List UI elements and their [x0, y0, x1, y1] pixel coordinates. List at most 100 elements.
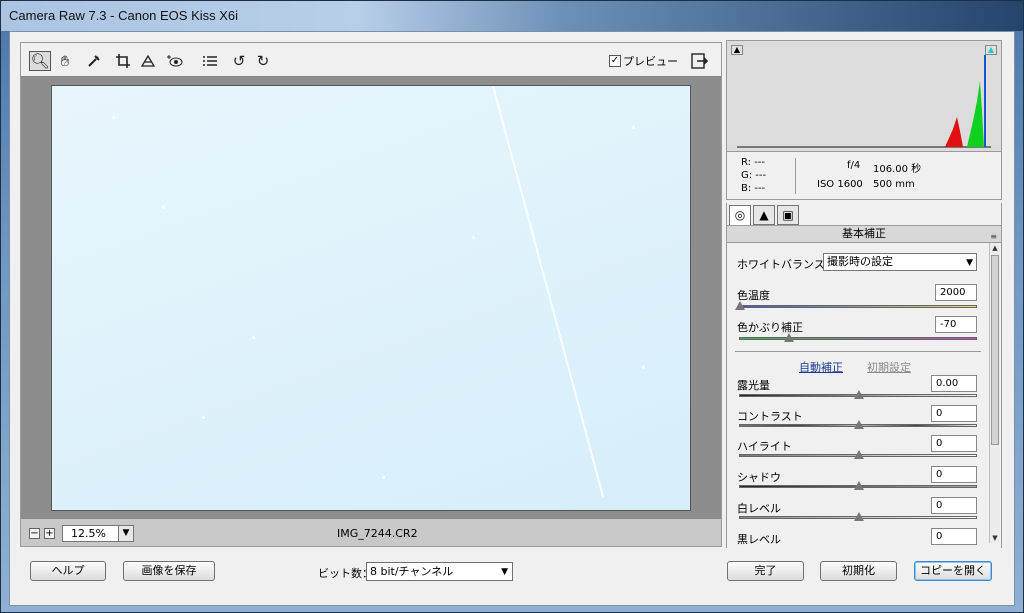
temp-field[interactable]: 2000: [935, 284, 977, 301]
slider-thumb[interactable]: [854, 390, 864, 399]
scroll-thumb[interactable]: [991, 255, 999, 445]
straighten-icon[interactable]: [137, 51, 159, 71]
temp-slider[interactable]: [735, 301, 977, 310]
highlight-clipping-icon[interactable]: ▲: [985, 45, 997, 55]
tint-slider[interactable]: [739, 333, 977, 342]
photo-preview[interactable]: [51, 85, 691, 511]
highlights-field[interactable]: 0: [931, 435, 977, 452]
speck: [252, 336, 255, 339]
exposure-slider[interactable]: [739, 390, 977, 399]
wb-label: ホワイトバランス：: [737, 258, 836, 271]
contrast-label: コントラスト: [737, 410, 803, 423]
whites-field[interactable]: 0: [931, 497, 977, 514]
done-button[interactable]: 完了: [727, 561, 804, 581]
tab-detail[interactable]: ▣: [777, 205, 799, 225]
checkbox-icon[interactable]: ✓: [609, 55, 621, 67]
slider-thumb[interactable]: [735, 301, 745, 310]
white-balance-icon[interactable]: [83, 51, 105, 71]
b-value: B: ---: [741, 183, 766, 194]
zoom-in-button[interactable]: +: [44, 528, 55, 539]
bit-depth-label: ビット数：: [318, 567, 373, 580]
window-title: Camera Raw 7.3 - Canon EOS Kiss X6i: [9, 8, 239, 23]
speck: [472, 236, 475, 239]
speck: [382, 476, 385, 479]
slider-thumb[interactable]: [854, 512, 864, 521]
image-canvas[interactable]: [21, 78, 721, 518]
wb-value: 撮影時の設定: [827, 255, 893, 268]
g-value: G: ---: [741, 170, 767, 181]
tint-field[interactable]: -70: [935, 316, 977, 333]
title-bar[interactable]: Camera Raw 7.3 - Canon EOS Kiss X6i: [1, 1, 1023, 31]
tab-tone-curve[interactable]: ▲: [753, 205, 775, 225]
panel-header: 基本補正 ≡: [726, 225, 1002, 243]
reset-button[interactable]: 初期化: [820, 561, 897, 581]
save-image-button[interactable]: 画像を保存: [123, 561, 215, 581]
shadow-clipping-icon[interactable]: ▲: [731, 45, 743, 55]
right-panel: ▲ ▲ R: --- G: --- B: --- f/4 106.00 秒 IS…: [726, 40, 1002, 548]
tab-basic[interactable]: ◎: [729, 205, 751, 225]
bit-depth-value: 8 bit/チャンネル: [370, 565, 454, 578]
panel-scrollbar[interactable]: ▲ ▼: [989, 243, 1000, 543]
red-eye-icon[interactable]: [164, 51, 186, 71]
shadows-field[interactable]: 0: [931, 466, 977, 483]
chevron-down-icon[interactable]: ▼: [501, 564, 508, 581]
whites-slider[interactable]: [739, 512, 977, 521]
default-link[interactable]: 初期設定: [867, 359, 911, 375]
exposure-field[interactable]: 0.00: [931, 375, 977, 392]
zoom-value: 12.5%: [71, 527, 106, 540]
chevron-down-icon[interactable]: ▼: [118, 526, 133, 541]
help-button[interactable]: ヘルプ: [30, 561, 106, 581]
speck: [632, 126, 635, 129]
zoom-icon[interactable]: 🔍︎: [29, 51, 51, 71]
exposure-label: 露光量: [737, 379, 770, 392]
dialog-client: 🔍︎ ✋︎ ↺ ↻ ✓ プレビュー − + 12.5% ▼ IMG_7244.C…: [9, 31, 1015, 606]
zoom-select[interactable]: 12.5% ▼: [62, 525, 134, 542]
preferences-icon[interactable]: [199, 51, 221, 71]
r-value: R: ---: [741, 157, 766, 168]
file-name: IMG_7244.CR2: [337, 527, 418, 540]
zoom-out-button[interactable]: −: [29, 528, 40, 539]
slider-thumb[interactable]: [854, 481, 864, 490]
highlights-label: ハイライト: [737, 440, 792, 453]
whites-label: 白レベル: [737, 502, 781, 515]
histogram: ▲ ▲: [726, 40, 1002, 152]
speck: [162, 206, 165, 209]
speck: [202, 416, 205, 419]
scroll-up-icon[interactable]: ▲: [990, 243, 1000, 253]
basic-panel: ホワイトバランス： 撮影時の設定 ▼ 色温度 2000 色かぶり補正 -70 自…: [726, 243, 1002, 548]
white-balance-select[interactable]: 撮影時の設定 ▼: [823, 253, 977, 271]
preview-checkbox[interactable]: ✓ プレビュー: [609, 53, 678, 69]
speck: [642, 366, 645, 369]
crop-icon[interactable]: [112, 51, 134, 71]
chevron-down-icon[interactable]: ▼: [966, 255, 973, 271]
shadows-label: シャドウ: [737, 471, 781, 484]
shutter-speed: 106.00 秒: [873, 164, 922, 175]
panel-tabs: ◎ ▲ ▣: [726, 203, 1002, 225]
hand-icon[interactable]: ✋︎: [54, 51, 76, 71]
fullscreen-icon[interactable]: [689, 51, 711, 71]
camera-raw-window: Camera Raw 7.3 - Canon EOS Kiss X6i 🔍︎ ✋…: [0, 0, 1024, 613]
speck: [112, 116, 115, 119]
bit-depth-select[interactable]: 8 bit/チャンネル ▼: [366, 562, 513, 581]
slider-thumb[interactable]: [854, 450, 864, 459]
iso: ISO 1600: [817, 179, 863, 190]
open-copy-button[interactable]: コピーを開く: [914, 561, 992, 581]
slider-thumb[interactable]: [784, 333, 794, 342]
blacks-field[interactable]: 0: [931, 528, 977, 545]
contrast-field[interactable]: 0: [931, 405, 977, 422]
rotate-left-icon[interactable]: ↺: [228, 51, 250, 71]
tool-bar: 🔍︎ ✋︎ ↺ ↻ ✓ プレビュー: [21, 43, 721, 77]
focal-length: 500 mm: [873, 179, 915, 190]
scroll-down-icon[interactable]: ▼: [990, 533, 1000, 543]
shadows-slider[interactable]: [739, 481, 977, 490]
highlights-slider[interactable]: [739, 450, 977, 459]
blacks-label: 黒レベル: [737, 533, 781, 546]
preview-label: プレビュー: [623, 55, 678, 68]
auto-link[interactable]: 自動補正: [799, 359, 843, 375]
info-readout: R: --- G: --- B: --- f/4 106.00 秒 ISO 16…: [726, 152, 1002, 200]
rotate-right-icon[interactable]: ↻: [252, 51, 274, 71]
aperture: f/4: [847, 160, 861, 171]
slider-thumb[interactable]: [854, 420, 864, 429]
contrast-slider[interactable]: [739, 420, 977, 429]
info-separator: [795, 158, 796, 194]
